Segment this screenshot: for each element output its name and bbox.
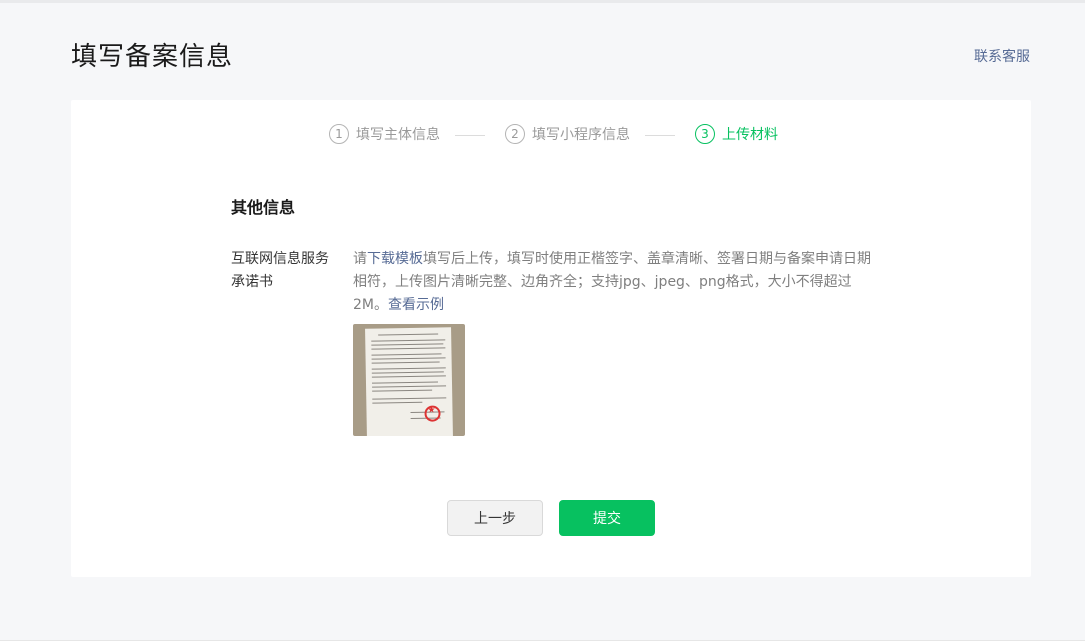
step-3-label: 上传材料 xyxy=(722,127,778,143)
section-title: 其他信息 xyxy=(231,198,296,217)
page-title: 填写备案信息 xyxy=(71,42,234,72)
submit-button[interactable]: 提交 xyxy=(559,500,655,536)
desc-prefix: 请 xyxy=(353,251,367,267)
uploaded-document-thumbnail[interactable] xyxy=(353,324,465,436)
step-3: 3 上传材料 xyxy=(695,124,778,144)
form-card: 1 填写主体信息 2 填写小程序信息 3 上传材料 其他信息 互联网信息服务承诺… xyxy=(71,100,1031,577)
step-3-number: 3 xyxy=(695,124,715,144)
step-1-label: 填写主体信息 xyxy=(356,127,440,143)
step-2-number: 2 xyxy=(505,124,525,144)
step-indicator: 1 填写主体信息 2 填写小程序信息 3 上传材料 xyxy=(71,124,1031,146)
field-description: 请下载模板填写后上传，填写时使用正楷签字、盖章清晰、签署日期与备案申请日期相符，… xyxy=(353,248,878,317)
field-label: 互联网信息服务承诺书 xyxy=(231,251,329,290)
step-1: 1 填写主体信息 xyxy=(329,124,440,144)
step-connector xyxy=(645,135,675,136)
step-1-number: 1 xyxy=(329,124,349,144)
red-seal-icon xyxy=(424,405,441,422)
top-divider xyxy=(0,0,1085,3)
previous-step-button[interactable]: 上一步 xyxy=(447,500,543,536)
step-2-label: 填写小程序信息 xyxy=(532,127,630,143)
download-template-link[interactable]: 下载模板 xyxy=(367,251,423,267)
contact-support-link[interactable]: 联系客服 xyxy=(974,46,1030,66)
step-2: 2 填写小程序信息 xyxy=(505,124,630,144)
step-connector xyxy=(455,135,485,136)
document-image xyxy=(365,327,453,436)
view-example-link[interactable]: 查看示例 xyxy=(388,297,444,313)
